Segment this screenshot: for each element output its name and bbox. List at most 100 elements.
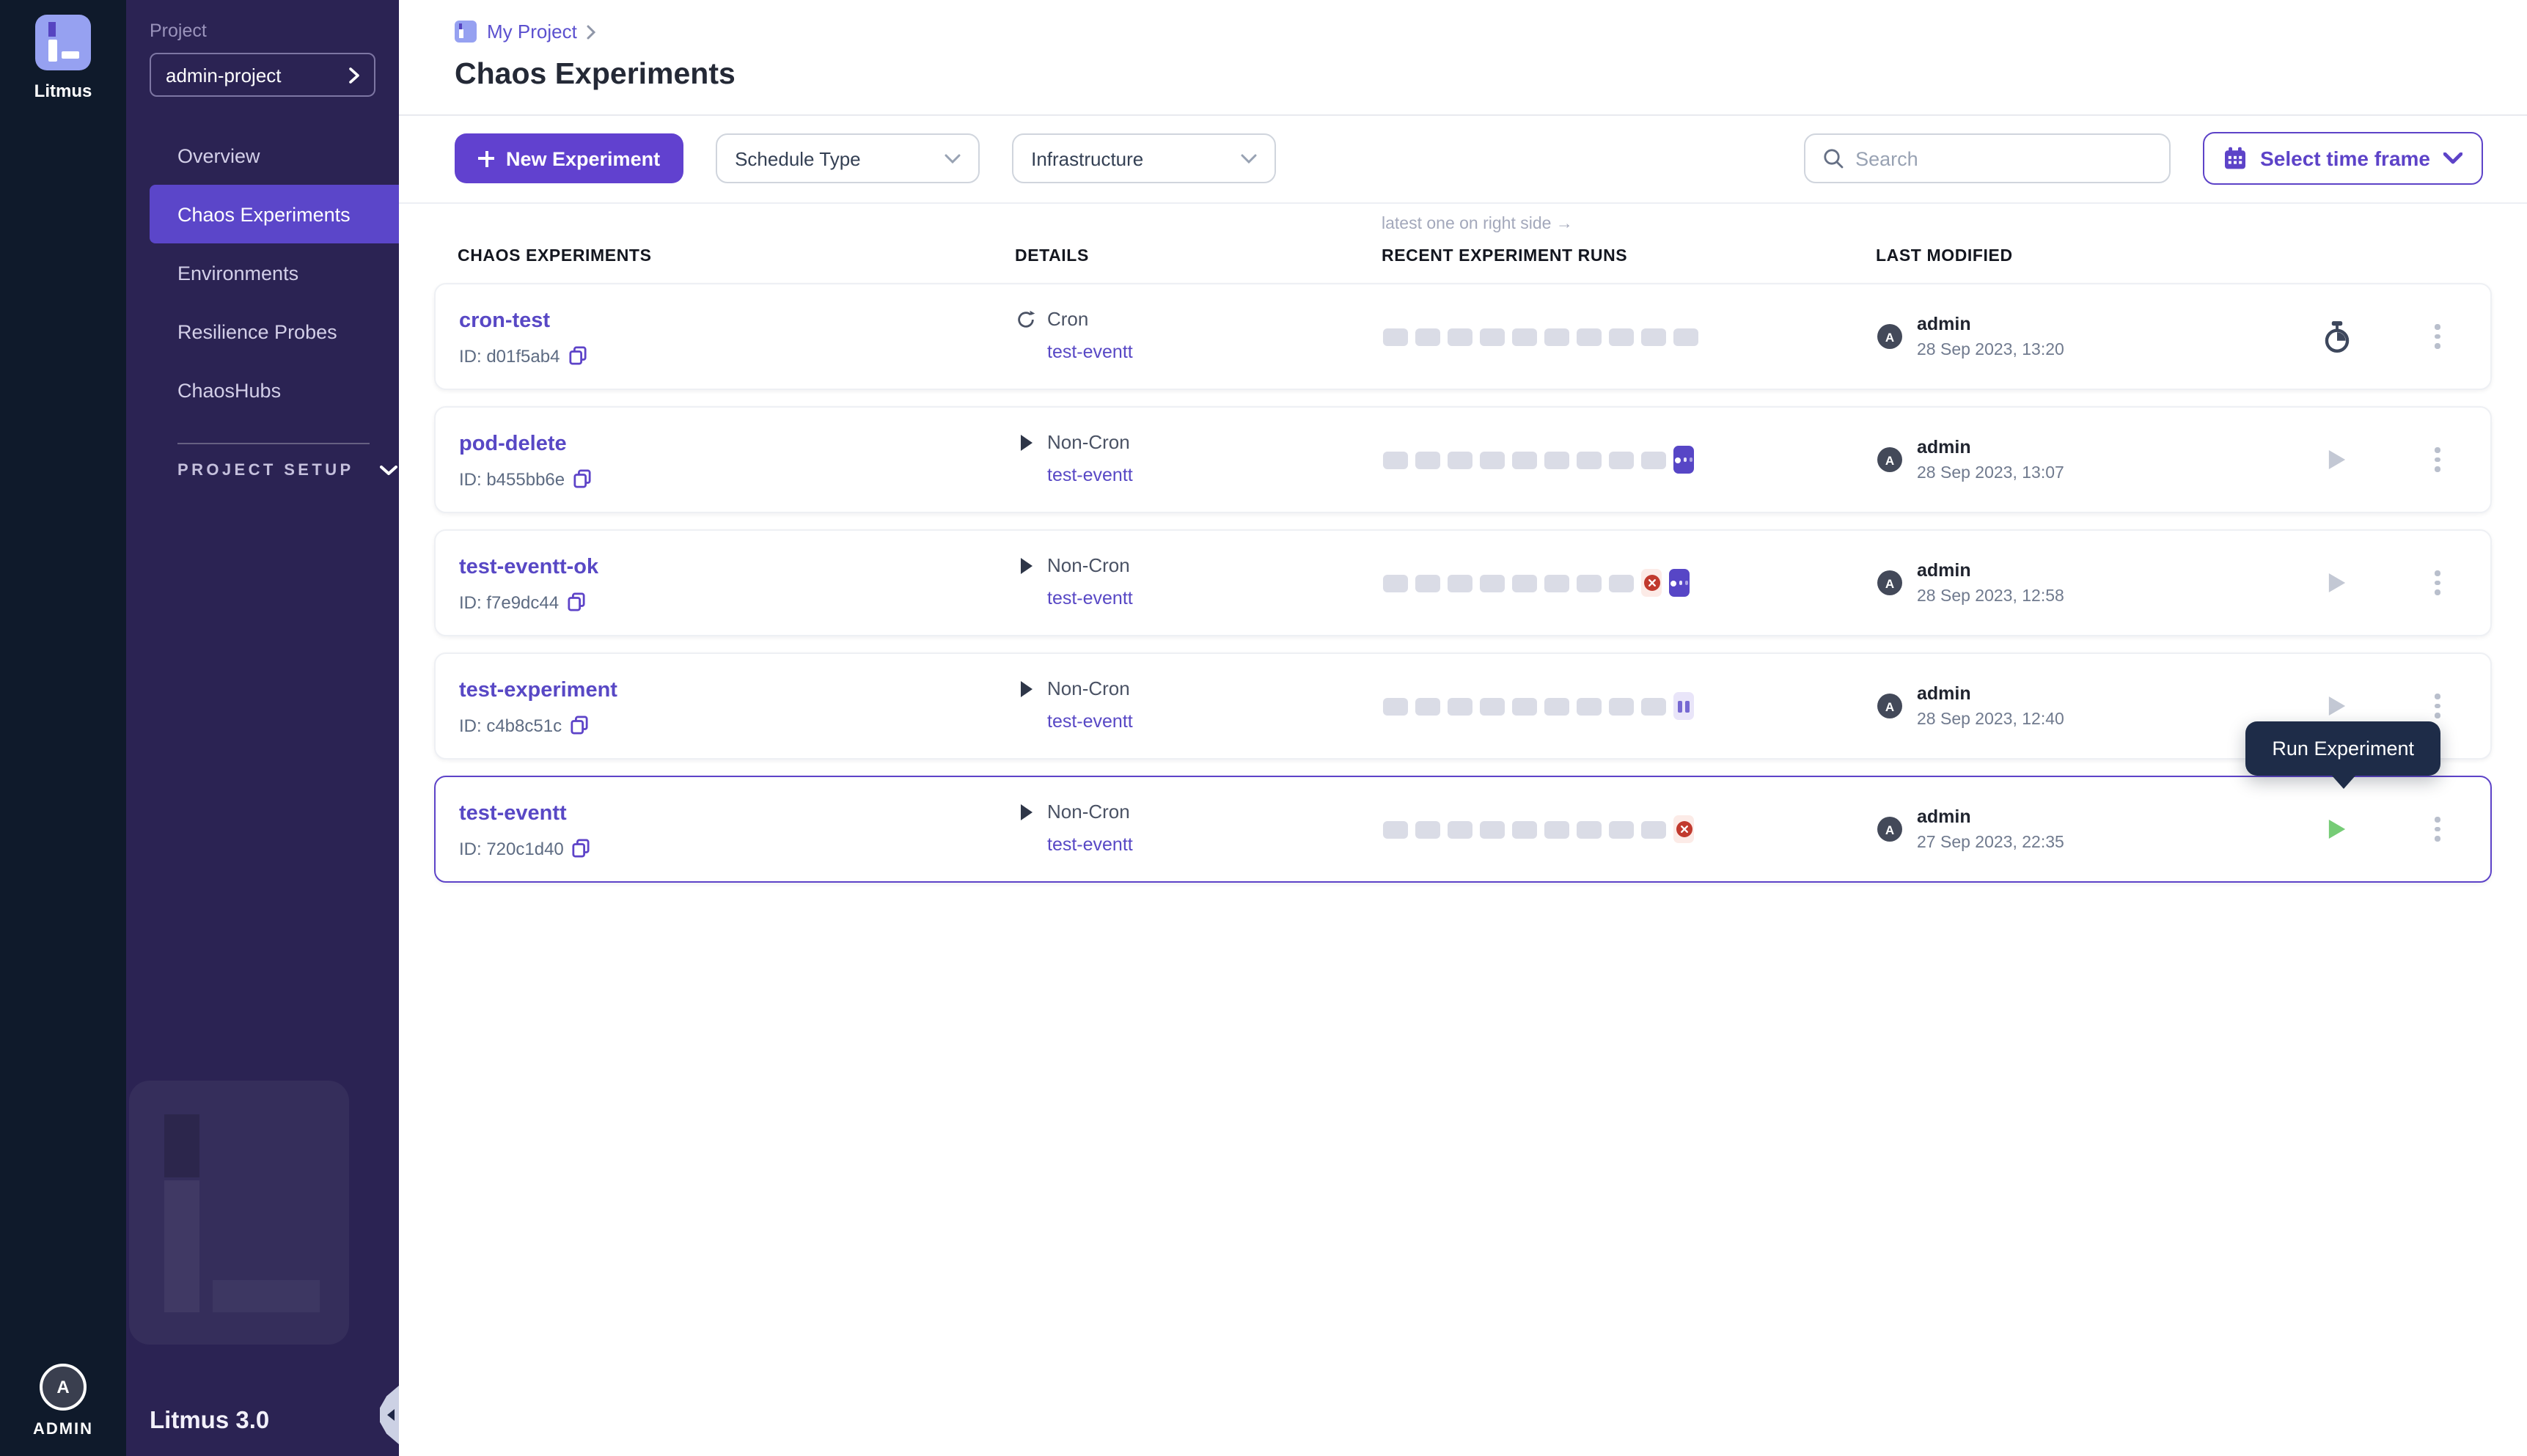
experiment-row: test-eventt ID: 720c1d40 Non-Cron test-e… [434, 776, 2492, 883]
run-action[interactable] [2320, 695, 2355, 717]
run-placeholder [1609, 328, 1634, 345]
table-header: latest one on right side → CHAOS EXPERIM… [434, 204, 2492, 280]
run-placeholder [1544, 697, 1569, 715]
run-placeholder [1577, 820, 1602, 838]
recent-runs [1383, 692, 1877, 720]
row-menu-button[interactable] [2423, 817, 2452, 842]
calendar-icon [2223, 147, 2247, 170]
experiments-list: cron-test ID: d01f5ab4 Cron test-eventt … [434, 283, 2492, 883]
chevron-left-icon [381, 1409, 394, 1421]
run-failed-badge[interactable] [1641, 569, 1662, 597]
modified-by-user: admin [1917, 314, 2064, 334]
avatar: A [1877, 447, 1902, 472]
run-placeholder [1544, 574, 1569, 592]
litmus-logo-icon[interactable] [35, 15, 91, 70]
experiment-id: ID: b455bb6e [459, 468, 565, 489]
experiment-id: ID: f7e9dc44 [459, 592, 559, 612]
schedule-type-dropdown[interactable]: Schedule Type [716, 133, 980, 183]
chevron-right-icon [587, 24, 596, 39]
run-running-badge[interactable] [1669, 569, 1690, 597]
sidebar-item-resilience-probes[interactable]: Resilience Probes [150, 302, 399, 361]
experiment-name-link[interactable]: pod-delete [459, 432, 567, 455]
col-header-modified: LAST MODIFIED [1876, 248, 2322, 265]
sidebar-item-project-setup[interactable]: PROJECT SETUP [150, 462, 399, 479]
user-avatar[interactable]: A [40, 1364, 87, 1411]
play-icon [1019, 803, 1033, 820]
user-role-label: ADMIN [33, 1421, 93, 1438]
run-placeholder [1512, 697, 1537, 715]
col-header-details: DETAILS [1015, 248, 1382, 265]
breadcrumb-link[interactable]: My Project [487, 21, 577, 43]
new-experiment-button[interactable]: New Experiment [455, 133, 683, 183]
experiment-name-link[interactable]: cron-test [459, 309, 550, 332]
run-placeholder [1480, 451, 1505, 468]
breadcrumb[interactable]: My Project [455, 21, 2480, 43]
run-action[interactable] [2320, 572, 2355, 594]
schedule-type-icon [1016, 433, 1035, 451]
experiment-row: pod-delete ID: b455bb6e Non-Cron test-ev… [434, 406, 2492, 513]
cron-icon [1016, 309, 1035, 329]
search-input[interactable] [1855, 147, 2152, 169]
project-setup-label: PROJECT SETUP [177, 462, 354, 479]
avatar: A [1877, 324, 1902, 349]
row-menu-button[interactable] [2423, 325, 2452, 349]
experiments-table: latest one on right side → CHAOS EXPERIM… [399, 204, 2527, 883]
run-running-badge[interactable] [1673, 446, 1694, 474]
row-menu-button[interactable] [2423, 448, 2452, 472]
version-label: Litmus 3.0 [150, 1408, 269, 1435]
brand-label: Litmus [34, 81, 92, 101]
run-placeholder [1609, 820, 1634, 838]
run-placeholder [1415, 820, 1440, 838]
row-menu-button[interactable] [2423, 571, 2452, 595]
experiment-name-link[interactable]: test-experiment [459, 678, 617, 702]
run-placeholder [1512, 574, 1537, 592]
run-action[interactable] [2320, 818, 2355, 840]
avatar: A [1877, 817, 1902, 842]
run-failed-badge[interactable] [1673, 815, 1694, 843]
chevron-down-icon [381, 465, 398, 477]
play-icon [2328, 695, 2347, 717]
sidebar-collapse-button[interactable] [380, 1386, 399, 1444]
experiment-name-link[interactable]: test-eventt [459, 801, 567, 825]
play-icon [2328, 572, 2347, 594]
project-select[interactable]: admin-project [150, 53, 375, 97]
app: Litmus A ADMIN Project admin-project Ove… [0, 0, 2527, 1456]
run-placeholder [1448, 574, 1472, 592]
infrastructure-link[interactable]: test-eventt [1047, 711, 1133, 732]
experiment-name-link[interactable]: test-eventt-ok [459, 555, 598, 578]
sidebar-item-environments[interactable]: Environments [150, 243, 399, 302]
run-paused-badge[interactable] [1673, 692, 1694, 720]
modified-date: 28 Sep 2023, 13:07 [1917, 465, 2064, 482]
row-menu-button[interactable] [2423, 694, 2452, 718]
infrastructure-link[interactable]: test-eventt [1047, 834, 1133, 855]
infrastructure-link[interactable]: test-eventt [1047, 342, 1133, 362]
toolbar: New Experiment Schedule Type Infrastruct… [399, 116, 2527, 204]
run-action[interactable] [2320, 449, 2355, 471]
run-action[interactable] [2320, 320, 2355, 353]
sidebar-item-chaos-experiments[interactable]: Chaos Experiments [150, 185, 399, 243]
select-time-frame-button[interactable]: Select time frame [2203, 132, 2483, 185]
play-icon [1019, 680, 1033, 697]
copy-icon[interactable] [568, 592, 585, 611]
avatar: A [1877, 694, 1902, 718]
infrastructure-link[interactable]: test-eventt [1047, 588, 1133, 608]
infrastructure-link[interactable]: test-eventt [1047, 465, 1133, 485]
experiment-row: test-eventt-ok ID: f7e9dc44 Non-Cron tes… [434, 529, 2492, 636]
sidebar-divider [177, 443, 370, 444]
sidebar-item-overview[interactable]: Overview [150, 126, 399, 185]
copy-icon[interactable] [573, 839, 590, 858]
litmus-watermark [129, 1081, 349, 1345]
experiment-id: ID: d01f5ab4 [459, 345, 560, 366]
run-placeholder [1480, 328, 1505, 345]
sidebar-item-chaoshubs[interactable]: ChaosHubs [150, 361, 399, 419]
run-placeholder [1609, 574, 1634, 592]
schedule-type-label: Non-Cron [1047, 801, 1130, 823]
copy-icon[interactable] [571, 716, 588, 735]
copy-icon[interactable] [573, 469, 591, 488]
chevron-down-icon [2443, 152, 2462, 164]
run-placeholder [1609, 451, 1634, 468]
project-icon [455, 21, 477, 43]
copy-icon[interactable] [568, 346, 586, 365]
run-placeholder [1512, 328, 1537, 345]
infrastructure-dropdown[interactable]: Infrastructure [1012, 133, 1276, 183]
